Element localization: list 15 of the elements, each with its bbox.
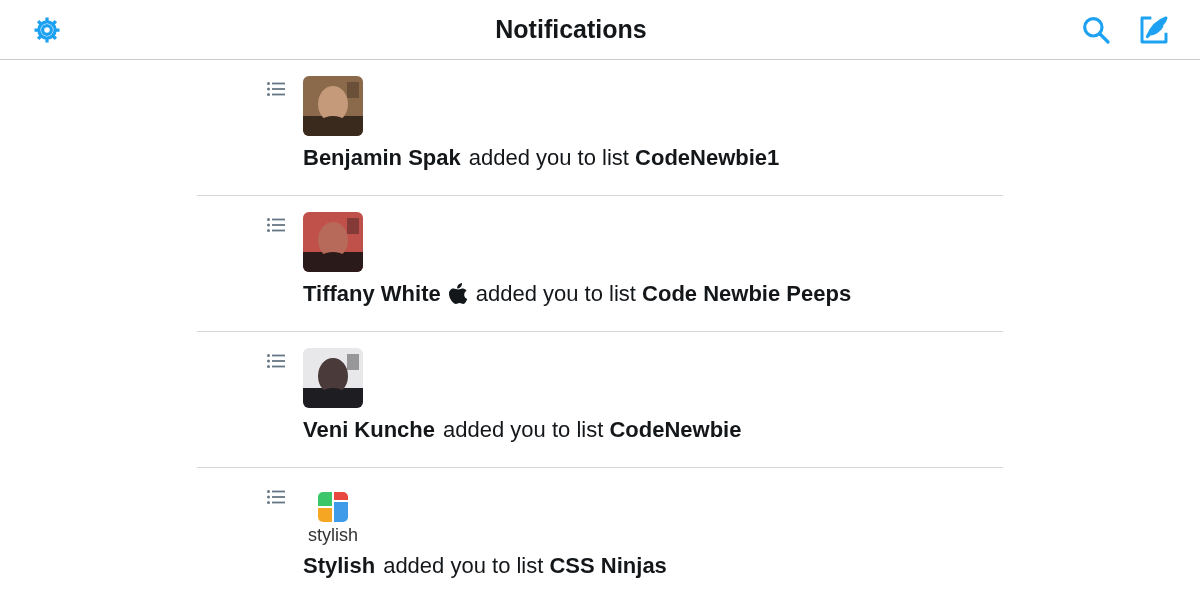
- notification-text: added you to list CSS Ninjas: [383, 553, 667, 579]
- notification-text: added you to list Code Newbie Peeps: [475, 281, 852, 307]
- list-icon: [267, 490, 285, 504]
- page-title: Notifications: [495, 15, 647, 44]
- list-icon: [267, 354, 285, 368]
- user-name[interactable]: Benjamin Spak: [303, 145, 461, 171]
- notification-text: added you to list CodeNewbie1: [468, 145, 780, 171]
- user-name[interactable]: Tiffany White: [303, 281, 441, 307]
- notification-text: added you to list CodeNewbie: [443, 417, 742, 443]
- logo-text: stylish: [308, 526, 358, 544]
- user-name[interactable]: Veni Kunche: [303, 417, 436, 443]
- logo-icon: [318, 492, 348, 522]
- user-name[interactable]: Stylish: [303, 553, 376, 579]
- list-icon: [267, 218, 285, 232]
- list-icon: [267, 82, 285, 96]
